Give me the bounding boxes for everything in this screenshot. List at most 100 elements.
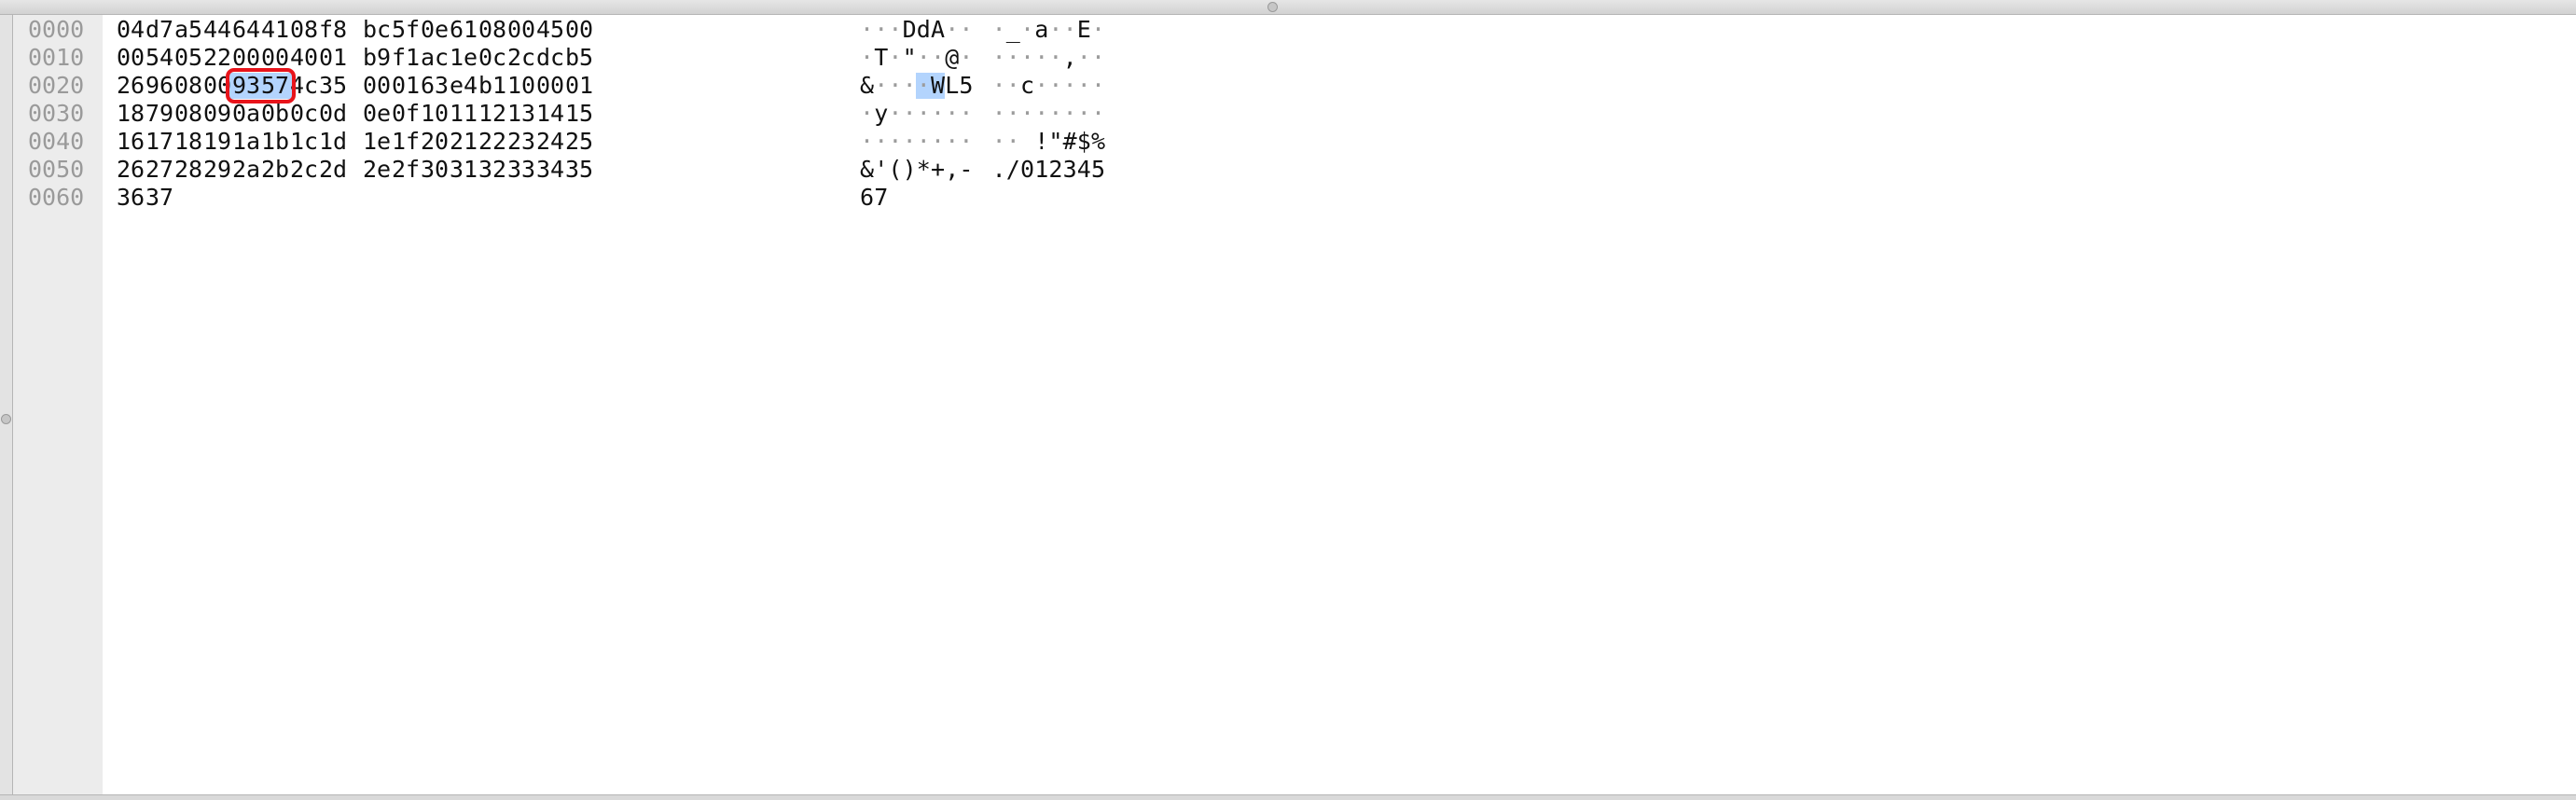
hex-byte[interactable]: 20 bbox=[421, 128, 449, 156]
hex-byte[interactable]: 2c bbox=[507, 44, 535, 72]
hex-byte[interactable]: 30 bbox=[421, 156, 449, 184]
hex-byte[interactable]: 34 bbox=[536, 156, 564, 184]
ascii-char[interactable]: · bbox=[959, 16, 973, 44]
ascii-char[interactable]: · bbox=[992, 72, 1006, 100]
ascii-char[interactable]: · bbox=[874, 16, 888, 44]
hex-byte[interactable]: b9 bbox=[363, 44, 391, 72]
ascii-char[interactable]: % bbox=[1091, 128, 1105, 156]
hex-byte[interactable]: 0c bbox=[290, 100, 318, 128]
hex-byte[interactable]: b5 bbox=[565, 44, 593, 72]
ascii-char[interactable]: ' bbox=[874, 156, 888, 184]
ascii-char[interactable]: * bbox=[917, 156, 931, 184]
hex-byte[interactable]: 22 bbox=[478, 128, 506, 156]
ascii-char[interactable]: · bbox=[1020, 44, 1034, 72]
hex-byte[interactable]: 24 bbox=[536, 128, 564, 156]
hex-byte[interactable]: 09 bbox=[203, 100, 231, 128]
hex-byte[interactable]: f8 bbox=[319, 16, 347, 44]
ascii-char[interactable]: · bbox=[931, 100, 945, 128]
ascii-char[interactable]: · bbox=[931, 128, 945, 156]
ascii-char[interactable]: _ bbox=[1006, 16, 1020, 44]
hex-byte[interactable]: 16 bbox=[117, 128, 145, 156]
ascii-char[interactable]: · bbox=[1006, 100, 1020, 128]
hex-byte[interactable]: 12 bbox=[478, 100, 506, 128]
ascii-char[interactable] bbox=[1020, 128, 1034, 156]
hex-byte[interactable]: 1b bbox=[261, 128, 289, 156]
ascii-char[interactable]: · bbox=[1091, 72, 1105, 100]
ascii-char[interactable]: · bbox=[992, 100, 1006, 128]
hex-byte[interactable]: 37 bbox=[145, 184, 173, 212]
hex-byte[interactable]: 28 bbox=[174, 156, 202, 184]
hex-byte[interactable]: 1e bbox=[450, 44, 478, 72]
hex-byte[interactable]: ac bbox=[421, 44, 449, 72]
hex-byte[interactable]: 40 bbox=[290, 44, 318, 72]
ascii-char[interactable]: a bbox=[1034, 16, 1048, 44]
ascii-char[interactable]: · bbox=[1091, 16, 1105, 44]
ascii-char[interactable]: · bbox=[945, 100, 959, 128]
hex-byte[interactable]: 18 bbox=[117, 100, 145, 128]
ascii-char[interactable]: 2 bbox=[1048, 156, 1062, 184]
hex-byte[interactable]: 08 bbox=[478, 16, 506, 44]
hex-byte[interactable]: 17 bbox=[145, 128, 173, 156]
ascii-char[interactable]: · bbox=[1077, 100, 1091, 128]
hex-byte[interactable]: 54 bbox=[145, 44, 173, 72]
ascii-char[interactable]: · bbox=[1020, 100, 1034, 128]
ascii-char[interactable]: · bbox=[1048, 44, 1062, 72]
ascii-char[interactable]: ) bbox=[903, 156, 917, 184]
ascii-char[interactable]: · bbox=[1048, 16, 1062, 44]
ascii-char[interactable]: · bbox=[1063, 16, 1077, 44]
ascii-char[interactable]: · bbox=[1006, 44, 1020, 72]
ascii-char[interactable]: · bbox=[945, 16, 959, 44]
ascii-char[interactable]: @ bbox=[945, 44, 959, 72]
ascii-char[interactable]: / bbox=[1006, 156, 1020, 184]
ascii-char[interactable]: A bbox=[931, 16, 945, 44]
hex-byte[interactable]: 11 bbox=[450, 100, 478, 128]
hex-byte[interactable]: 2a bbox=[232, 156, 260, 184]
hex-byte[interactable]: 26 bbox=[117, 72, 145, 100]
hex-byte[interactable]: 10 bbox=[507, 72, 535, 100]
ascii-char[interactable]: · bbox=[1020, 16, 1034, 44]
hex-byte[interactable]: dc bbox=[536, 44, 564, 72]
ascii-char[interactable]: · bbox=[888, 128, 902, 156]
hex-byte[interactable]: 08 bbox=[174, 72, 202, 100]
hex-byte[interactable]: 14 bbox=[536, 100, 564, 128]
hex-byte[interactable]: 18 bbox=[174, 128, 202, 156]
hex-byte[interactable]: 22 bbox=[203, 44, 231, 72]
hex-byte[interactable]: 0f bbox=[392, 100, 420, 128]
ascii-char[interactable]: · bbox=[888, 44, 902, 72]
ascii-char[interactable]: 1 bbox=[1034, 156, 1048, 184]
hex-byte[interactable]: 33 bbox=[507, 156, 535, 184]
hex-byte[interactable]: f1 bbox=[392, 44, 420, 72]
ascii-char[interactable]: · bbox=[1048, 100, 1062, 128]
ascii-char[interactable]: · bbox=[888, 72, 902, 100]
ascii-char[interactable]: · bbox=[917, 100, 931, 128]
hex-byte[interactable]: 08 bbox=[290, 16, 318, 44]
ascii-char[interactable]: · bbox=[917, 128, 931, 156]
ascii-char[interactable]: · bbox=[1091, 44, 1105, 72]
ascii-char[interactable]: · bbox=[992, 128, 1006, 156]
hex-byte[interactable]: 00 bbox=[363, 72, 391, 100]
hex-byte[interactable]: 00 bbox=[565, 16, 593, 44]
ascii-char[interactable]: y bbox=[874, 100, 888, 128]
ascii-char[interactable]: 5 bbox=[1091, 156, 1105, 184]
ascii-char[interactable]: W bbox=[931, 72, 945, 100]
bottom-splitter-bar[interactable] bbox=[0, 794, 2576, 800]
left-resize-handle-icon[interactable] bbox=[1, 414, 11, 424]
ascii-char[interactable]: . bbox=[992, 156, 1006, 184]
hex-byte[interactable]: 2d bbox=[319, 156, 347, 184]
hex-byte[interactable]: 0d bbox=[319, 100, 347, 128]
hex-byte[interactable]: 63 bbox=[421, 72, 449, 100]
ascii-char[interactable]: · bbox=[874, 72, 888, 100]
hex-byte[interactable]: 44 bbox=[203, 16, 231, 44]
ascii-char[interactable]: · bbox=[903, 72, 917, 100]
hex-byte[interactable]: 1c bbox=[290, 128, 318, 156]
hex-byte[interactable]: 0b bbox=[261, 100, 289, 128]
hex-byte[interactable]: 08 bbox=[174, 100, 202, 128]
ascii-char[interactable]: · bbox=[860, 44, 874, 72]
hex-byte[interactable]: 10 bbox=[421, 100, 449, 128]
hex-byte[interactable]: 23 bbox=[507, 128, 535, 156]
ascii-char[interactable]: 6 bbox=[860, 184, 874, 212]
top-splitter-bar[interactable] bbox=[0, 0, 2576, 15]
hex-byte[interactable]: 96 bbox=[145, 72, 173, 100]
ascii-char[interactable]: d bbox=[917, 16, 931, 44]
ascii-char[interactable]: , bbox=[945, 156, 959, 184]
